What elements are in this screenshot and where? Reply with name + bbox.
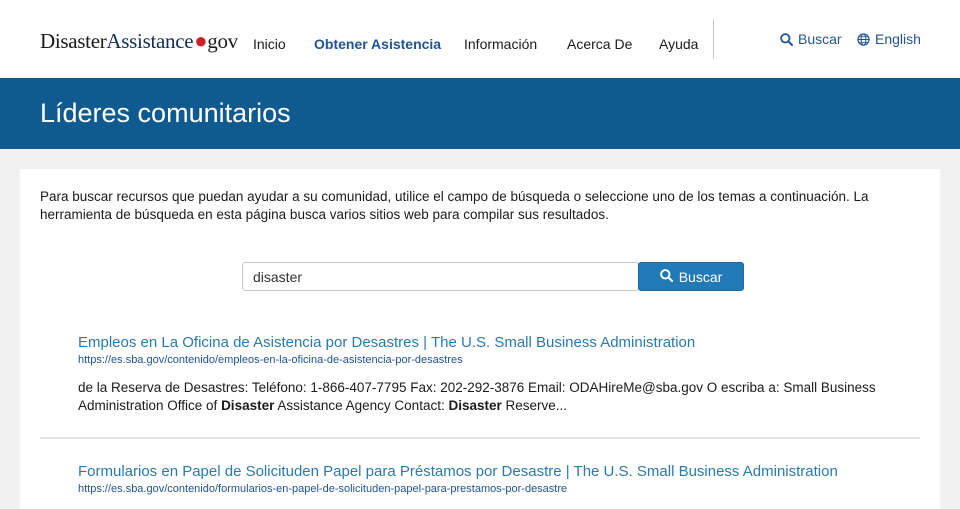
search-input[interactable] xyxy=(242,262,639,291)
result-title-link[interactable]: Formularios en Papel de Solicituden Pape… xyxy=(78,463,908,480)
language-toggle-link[interactable]: English xyxy=(857,31,921,47)
header-search-label: Buscar xyxy=(798,31,842,47)
top-navigation: DisasterAssistance●gov Inicio Obtener As… xyxy=(0,0,960,78)
page-title: Líderes comunitarios xyxy=(40,98,291,128)
header-search-link[interactable]: Buscar xyxy=(780,31,842,47)
result-title-link[interactable]: Empleos en La Oficina de Asistencia por … xyxy=(78,334,908,351)
content-card: Para buscar recursos que puedan ayudar a… xyxy=(20,169,940,509)
nav-item-ayuda[interactable]: Ayuda xyxy=(659,36,698,52)
nav-item-informacion[interactable]: Información xyxy=(464,36,537,52)
logo-dot: ● xyxy=(194,28,208,53)
language-label: English xyxy=(875,31,921,47)
logo-text-assistance: Assistance xyxy=(106,29,194,53)
result-divider xyxy=(40,437,920,439)
site-logo[interactable]: DisasterAssistance●gov xyxy=(40,28,238,54)
result-snippet: de la Reserva de Desastres: Teléfono: 1-… xyxy=(78,379,908,414)
search-icon xyxy=(659,268,673,285)
snippet-highlight: Disaster xyxy=(221,397,275,413)
result-url-link[interactable]: https://es.sba.gov/contenido/empleos-en-… xyxy=(78,354,908,366)
snippet-highlight: Disaster xyxy=(448,397,502,413)
nav-item-obtener-asistencia[interactable]: Obtener Asistencia xyxy=(314,36,441,52)
search-result: Formularios en Papel de Solicituden Pape… xyxy=(78,463,908,495)
nav-divider xyxy=(713,19,714,59)
snippet-text: Reserve... xyxy=(501,397,568,413)
logo-text-disaster: Disaster xyxy=(40,29,107,53)
nav-item-inicio[interactable]: Inicio xyxy=(253,36,286,52)
search-button[interactable]: Buscar xyxy=(638,262,744,291)
page-banner: Líderes comunitarios xyxy=(0,78,960,149)
nav-item-acerca-de[interactable]: Acerca De xyxy=(567,36,632,52)
logo-text-gov: gov xyxy=(207,29,238,53)
search-result: Empleos en La Oficina de Asistencia por … xyxy=(78,334,908,414)
search-button-label: Buscar xyxy=(678,268,723,285)
intro-text: Para buscar recursos que puedan ayudar a… xyxy=(40,189,869,222)
globe-icon xyxy=(857,32,870,46)
result-url-link[interactable]: https://es.sba.gov/contenido/formularios… xyxy=(78,483,908,495)
snippet-text: Assistance Agency Contact: xyxy=(274,397,449,413)
search-icon xyxy=(780,32,793,46)
